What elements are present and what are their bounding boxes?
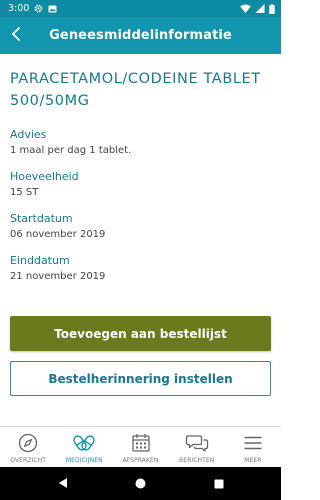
field-advies: Advies 1 maal per dag 1 tablet. <box>10 128 271 158</box>
field-label: Hoeveelheid <box>10 170 79 183</box>
field-label: Startdatum <box>10 212 73 225</box>
nav-item-medicijnen[interactable]: MEDICIJNEN <box>56 427 112 467</box>
nav-item-afspraken[interactable]: AFSPRAKEN <box>112 427 168 467</box>
field-startdatum: Startdatum 06 november 2019 <box>10 212 271 242</box>
nav-item-overzicht[interactable]: OVERZICHT <box>0 427 56 467</box>
back-arrow-icon <box>11 26 21 45</box>
nav-label: MEDICIJNEN <box>65 457 103 464</box>
system-navigation-bar <box>0 467 281 500</box>
system-back-button[interactable] <box>53 474 73 494</box>
triangle-back-icon <box>58 474 68 493</box>
status-bar: 3:00 <box>0 0 281 17</box>
system-home-button[interactable] <box>131 474 151 494</box>
nav-label: AFSPRAKEN <box>122 457 159 464</box>
nav-label: MEER <box>244 457 262 464</box>
field-value: 15 ST <box>10 187 39 198</box>
back-button[interactable] <box>0 17 32 54</box>
medication-title: PARACETAMOL/CODEINE TABLET 500/50MG <box>10 71 261 109</box>
nav-item-berichten[interactable]: BERICHTEN <box>169 427 225 467</box>
set-order-reminder-button[interactable]: Bestelherinnering instellen <box>10 361 271 396</box>
compass-icon <box>18 432 38 454</box>
wifi-icon <box>240 4 251 13</box>
field-label: Advies <box>10 128 47 141</box>
field-value: 1 maal per dag 1 tablet. <box>10 145 132 156</box>
field-value: 06 november 2019 <box>10 229 106 240</box>
calendar-icon <box>131 432 151 454</box>
medication-details: PARACETAMOL/CODEINE TABLET 500/50MG Advi… <box>0 68 281 284</box>
status-time: 3:00 <box>8 3 30 14</box>
add-to-order-list-button[interactable]: Toevoegen aan bestellijst <box>10 316 271 351</box>
system-recents-button[interactable] <box>209 474 229 494</box>
field-hoeveelheid: Hoeveelheid 15 ST <box>10 170 271 200</box>
field-label: Einddatum <box>10 254 70 267</box>
circle-home-icon <box>135 474 146 493</box>
chat-icon <box>185 432 209 454</box>
page-title: Geneesmiddelinformatie <box>49 28 232 43</box>
nav-item-meer[interactable]: MEER <box>225 427 281 467</box>
battery-icon <box>269 3 275 14</box>
image-notification-icon <box>48 4 57 13</box>
square-recents-icon <box>214 474 224 493</box>
pills-icon <box>72 432 96 454</box>
signal-icon <box>255 4 265 13</box>
bottom-navigation: OVERZICHT MEDICIJNEN AFSPRAKEN BERICHTEN… <box>0 426 281 467</box>
settings-gear-icon <box>34 4 43 13</box>
menu-icon <box>243 432 263 454</box>
nav-label: BERICHTEN <box>179 457 215 464</box>
nav-label: OVERZICHT <box>10 457 47 464</box>
app-bar: Geneesmiddelinformatie <box>0 17 281 54</box>
field-value: 21 november 2019 <box>10 271 106 282</box>
field-einddatum: Einddatum 21 november 2019 <box>10 254 271 284</box>
